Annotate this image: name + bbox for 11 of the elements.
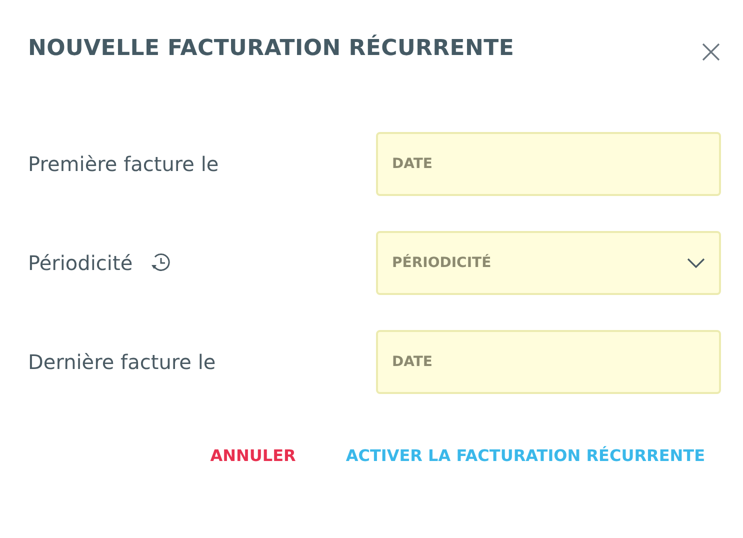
dropdown-field[interactable]: PÉRIODICITÉ <box>376 231 721 295</box>
field-label: Première facture le <box>28 151 219 178</box>
date-field[interactable]: DATE <box>376 330 721 394</box>
date-field[interactable]: DATE <box>376 132 721 196</box>
chevron-down-icon <box>687 258 705 268</box>
dialog-title: NOUVELLE FACTURATION RÉCURRENTE <box>28 36 514 62</box>
close-icon <box>701 42 721 62</box>
cancel-button[interactable]: ANNULER <box>210 444 296 468</box>
activate-button[interactable]: ACTIVER LA FACTURATION RÉCURRENTE <box>346 444 705 468</box>
field-label: Périodicité <box>28 250 133 277</box>
field-label: Dernière facture le <box>28 349 216 376</box>
